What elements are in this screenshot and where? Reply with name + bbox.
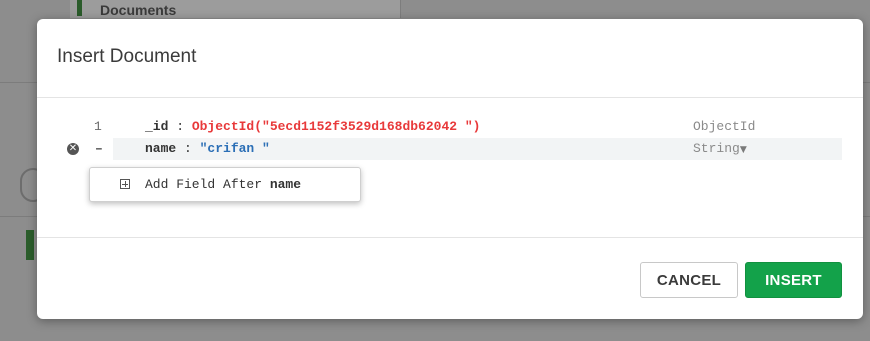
row-marker[interactable]: – [95,138,103,160]
x-circle-icon[interactable]: ✕ [67,143,79,155]
plus-square-icon [120,179,130,189]
field-row-id[interactable]: 1 _id : ObjectId("5ecd1152f3529d168db620… [37,116,863,138]
insert-document-modal: Insert Document 1 _id : ObjectId("5ecd11… [37,19,863,319]
context-menu: Add Field After name [89,167,361,202]
background-tab-indicator [77,0,82,16]
cancel-button[interactable]: CANCEL [640,262,738,298]
insert-button[interactable]: INSERT [745,262,842,298]
field-key-name[interactable]: name : "crifan " [145,138,270,160]
add-field-after-menu-item[interactable]: Add Field After name [90,168,360,201]
modal-title: Insert Document [57,46,197,67]
field-type-dropdown[interactable]: String▼ [693,138,747,161]
field-key-id: _id : ObjectId("5ecd1152f3529d168db62042… [145,119,481,134]
caret-down-icon: ▼ [739,145,747,155]
field-value-name[interactable]: "crifan " [200,141,270,156]
field-value-id[interactable]: ObjectId("5ecd1152f3529d168db62042 ") [192,119,481,134]
line-number: 1 [94,119,102,134]
document-editor: 1 _id : ObjectId("5ecd1152f3529d168db620… [37,98,863,238]
modal-header: Insert Document [37,19,863,98]
background-green-bar [26,230,34,260]
background-tab-label: Documents [100,2,177,18]
field-type-id: ObjectId [693,119,756,134]
field-row-name[interactable]: ✕ – name : "crifan " String▼ [37,138,863,160]
menu-item-label: Add Field After name [145,177,302,192]
